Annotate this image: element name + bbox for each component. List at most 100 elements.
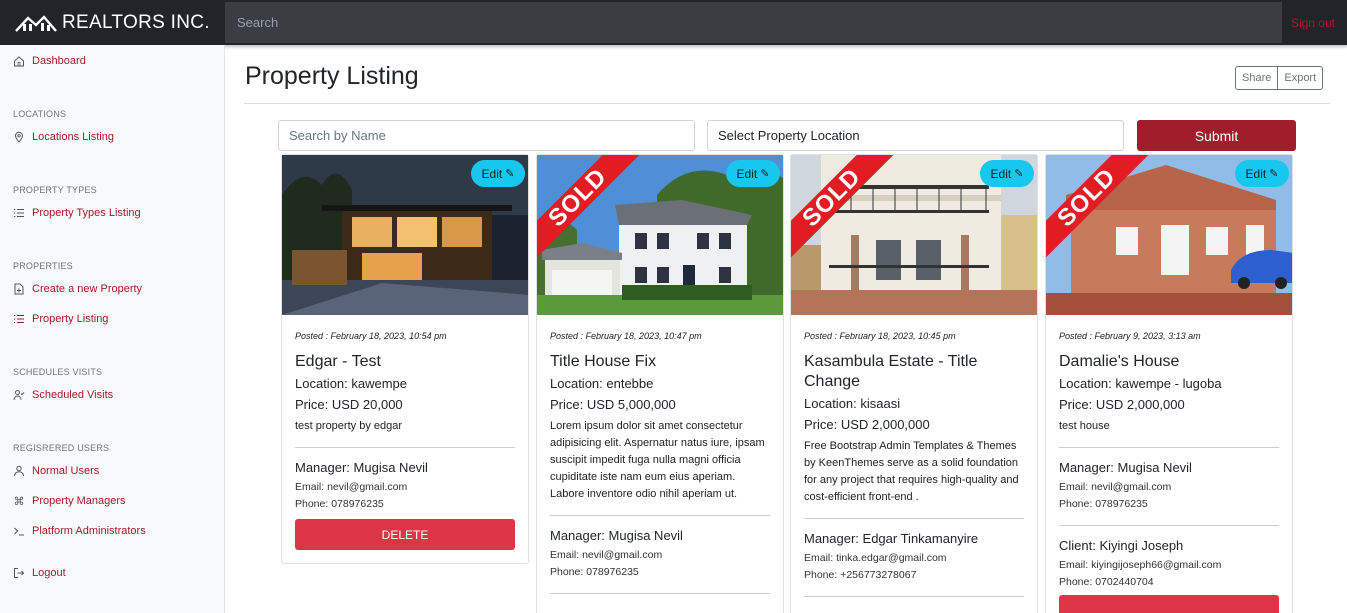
property-description: Free Bootstrap Admin Templates & Themes …	[804, 440, 1019, 503]
posted-date: Posted : February 18, 2023, 10:54 pm	[295, 331, 447, 341]
sidebar-heading-property-types: PROPERTY TYPES	[13, 185, 97, 195]
manager-email: Email: nevil@gmail.com	[550, 549, 663, 561]
property-location: Location: kawempe	[295, 376, 408, 391]
file-plus-icon	[13, 283, 25, 295]
manager-name: Manager: Mugisa Nevil	[550, 528, 683, 543]
search-by-name-input[interactable]: Search by Name	[278, 120, 695, 151]
edit-label: Edit	[481, 166, 503, 181]
sidebar-heading-schedules: SCHEDULES VISITS	[13, 367, 103, 377]
edit-icon: ✎	[1014, 168, 1024, 180]
sidebar-item-dashboard[interactable]: Dashboard	[13, 55, 86, 67]
property-card: Edit ✎ Posted : February 18, 2023, 10:54 …	[281, 154, 529, 564]
sidebar-heading-users: REGISRERED USERS	[13, 443, 110, 453]
edit-label: Edit	[990, 166, 1012, 181]
client-name: Client: Kiyingi Joseph	[1059, 538, 1184, 553]
property-description: test house	[1059, 420, 1110, 432]
property-title: Title House Fix	[550, 353, 657, 370]
sidebar: Dashboard LOCATIONS Locations Listing PR…	[0, 45, 225, 613]
page-title: Property Listing	[245, 62, 419, 90]
card-divider	[550, 593, 770, 594]
map-pin-icon	[13, 131, 25, 143]
sidebar-item-property-types-listing[interactable]: Property Types Listing	[13, 207, 141, 219]
toolbar-button-group: Share Export	[1235, 66, 1324, 90]
sidebar-item-logout[interactable]: Logout	[13, 567, 66, 579]
manager-name: Manager: Mugisa Nevil	[1059, 460, 1192, 475]
manager-phone: Phone: 078976235	[1059, 498, 1148, 510]
export-button[interactable]: Export	[1278, 66, 1324, 90]
sidebar-item-platform-admins[interactable]: Platform Administrators	[13, 525, 146, 537]
posted-date: Posted : February 9, 2023, 3:13 am	[1059, 331, 1201, 341]
property-description: Lorem ipsum dolor sit amet consectetur a…	[550, 420, 765, 500]
delete-button[interactable]: DELETE	[295, 519, 515, 550]
sidebar-item-scheduled-visits[interactable]: Scheduled Visits	[13, 389, 113, 401]
property-location: Location: kawempe - lugoba	[1059, 376, 1222, 391]
sign-out-link[interactable]: Sign out	[1282, 0, 1347, 45]
sidebar-item-label: Dashboard	[32, 55, 86, 67]
manager-name: Manager: Edgar Tinkamanyire	[804, 531, 979, 546]
property-price: Price: USD 20,000	[295, 397, 403, 412]
sidebar-item-label: Normal Users	[32, 465, 100, 477]
client-email: Email: kiyingijoseph66@gmail.com	[1059, 559, 1222, 571]
edit-button[interactable]: Edit ✎	[1235, 160, 1289, 187]
manager-email: Email: nevil@gmail.com	[1059, 481, 1172, 493]
sidebar-heading-properties: PROPERTIES	[13, 261, 73, 271]
card-divider	[1059, 447, 1279, 448]
manager-email: Email: nevil@gmail.com	[295, 481, 408, 493]
edit-button[interactable]: Edit ✎	[471, 160, 525, 187]
edit-button[interactable]: Edit ✎	[726, 160, 780, 187]
house-logo-icon	[15, 14, 57, 32]
brand-name: REALTORS INC.	[62, 11, 210, 33]
sidebar-item-property-managers[interactable]: ⌘ Property Managers	[13, 495, 126, 508]
home-icon	[13, 55, 25, 67]
edit-label: Edit	[1245, 166, 1267, 181]
edit-button[interactable]: Edit ✎	[980, 160, 1034, 187]
property-price: Price: USD 2,000,000	[1059, 397, 1185, 412]
manager-email: Email: tinka.edgar@gmail.com	[804, 552, 947, 564]
card-divider	[804, 596, 1024, 597]
header-divider	[244, 103, 1330, 104]
sidebar-item-label: Property Managers	[32, 495, 126, 507]
sidebar-item-label: Logout	[32, 567, 66, 579]
sidebar-item-label: Create a new Property	[32, 283, 143, 295]
brand[interactable]: REALTORS INC.	[0, 0, 225, 45]
property-title: Kasambula Estate - Title Change	[804, 353, 978, 390]
top-navbar: REALTORS INC. Search Sign out	[0, 0, 1347, 45]
property-description: test property by edgar	[295, 420, 403, 432]
user-check-icon	[13, 389, 25, 401]
user-icon	[13, 465, 25, 477]
share-button[interactable]: Share	[1235, 66, 1279, 90]
list-icon	[13, 313, 25, 325]
list-icon	[13, 207, 25, 219]
property-image: SOLD Edit ✎	[537, 155, 783, 315]
card-divider	[1059, 525, 1279, 526]
edit-icon: ✎	[1269, 168, 1279, 180]
sidebar-item-label: Scheduled Visits	[32, 389, 114, 401]
property-card: SOLD Edit ✎ Posted : February 18, 2023, 1…	[536, 154, 784, 613]
terminal-icon	[13, 525, 25, 537]
sidebar-item-property-listing[interactable]: Property Listing	[13, 313, 108, 325]
edit-icon: ✎	[760, 168, 770, 180]
property-price: Price: USD 5,000,000	[550, 397, 676, 412]
sidebar-heading-locations: LOCATIONS	[13, 109, 67, 119]
sidebar-item-locations-listing[interactable]: Locations Listing	[13, 131, 114, 143]
edit-icon: ✎	[505, 168, 515, 180]
property-title: Damalie's House	[1059, 353, 1180, 370]
posted-date: Posted : February 18, 2023, 10:47 pm	[550, 331, 702, 341]
delete-button[interactable]	[1059, 595, 1279, 613]
command-icon: ⌘	[13, 495, 25, 508]
property-location-select[interactable]: Select Property Location	[707, 120, 1124, 151]
property-card: SOLD Edit ✎ Posted : February 9, 2023, 3:…	[1045, 154, 1293, 613]
posted-date: Posted : February 18, 2023, 10:45 pm	[804, 331, 956, 341]
submit-button[interactable]: Submit	[1137, 120, 1296, 151]
card-divider	[804, 518, 1024, 519]
sidebar-item-normal-users[interactable]: Normal Users	[13, 465, 99, 477]
sidebar-item-create-property[interactable]: Create a new Property	[13, 283, 142, 295]
edit-label: Edit	[736, 166, 758, 181]
sidebar-item-label: Locations Listing	[32, 131, 114, 143]
sidebar-item-label: Platform Administrators	[32, 525, 146, 537]
manager-name: Manager: Mugisa Nevil	[295, 460, 428, 475]
property-card: SOLD Edit ✎ Posted : February 18, 2023, 1…	[790, 154, 1038, 613]
property-location: Location: kisaasi	[804, 396, 901, 411]
top-search-input[interactable]: Search	[225, 2, 1282, 43]
sidebar-item-label: Property Listing	[32, 313, 109, 325]
